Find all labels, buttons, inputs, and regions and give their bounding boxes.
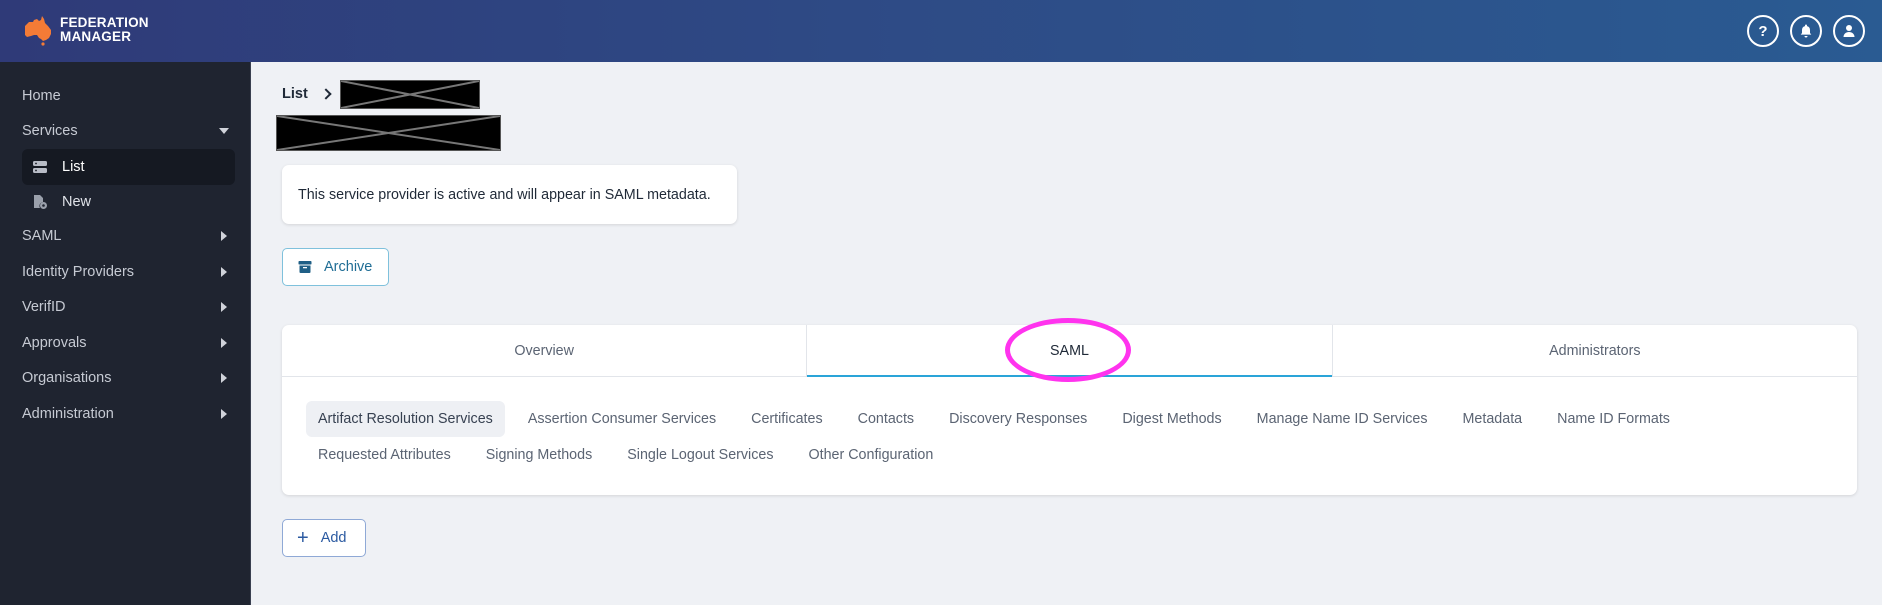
caret-right-icon: [221, 302, 227, 312]
subtab-requested-attributes[interactable]: Requested Attributes: [306, 437, 463, 473]
subtab-discovery-responses[interactable]: Discovery Responses: [937, 401, 1099, 437]
sidebar: Home Services List New SAML Identity Pro…: [0, 62, 251, 605]
caret-down-icon: [219, 128, 229, 134]
subtab-certificates[interactable]: Certificates: [739, 401, 835, 437]
sidebar-item-home[interactable]: Home: [0, 79, 251, 113]
tab-saml[interactable]: SAML: [806, 325, 1332, 377]
add-button[interactable]: + Add: [282, 519, 366, 557]
caret-right-icon: [221, 231, 227, 241]
plus-icon: +: [297, 527, 309, 549]
sidebar-item-verifid[interactable]: VerifID: [0, 290, 251, 324]
caret-right-icon: [221, 267, 227, 277]
subtab-single-logout-services[interactable]: Single Logout Services: [615, 437, 785, 473]
caret-right-icon: [221, 373, 227, 383]
subtab-contacts[interactable]: Contacts: [846, 401, 926, 437]
server-icon: [33, 161, 47, 173]
breadcrumb: List: [282, 78, 480, 110]
header-actions: ?: [1747, 15, 1865, 47]
brand-name: FEDERATION MANAGER: [60, 15, 149, 44]
tab-administrators[interactable]: Administrators: [1331, 325, 1857, 376]
status-notice: This service provider is active and will…: [282, 165, 737, 224]
notifications-button[interactable]: [1790, 15, 1822, 47]
breadcrumb-current-redacted: [339, 79, 480, 109]
top-bar: FEDERATION MANAGER ?: [0, 0, 1882, 62]
chevron-right-icon: [320, 88, 332, 100]
subtab-manage-name-id-services[interactable]: Manage Name ID Services: [1245, 401, 1440, 437]
tabs-card: Overview SAML Administrators Artifact Re…: [282, 325, 1857, 495]
breadcrumb-list-link[interactable]: List: [282, 86, 308, 102]
sidebar-item-services-list[interactable]: List: [22, 149, 235, 185]
sidebar-item-identity-providers[interactable]: Identity Providers: [0, 255, 251, 289]
sidebar-item-administration[interactable]: Administration: [0, 397, 251, 431]
tab-bar: Overview SAML Administrators: [282, 325, 1857, 377]
subtab-name-id-formats[interactable]: Name ID Formats: [1545, 401, 1682, 437]
help-icon: ?: [1758, 22, 1768, 40]
tab-overview[interactable]: Overview: [282, 325, 806, 376]
caret-right-icon: [221, 338, 227, 348]
sidebar-item-services[interactable]: Services: [0, 114, 251, 148]
sidebar-item-saml[interactable]: SAML: [0, 219, 251, 253]
page-title-redacted: [276, 115, 501, 151]
archive-button[interactable]: Archive: [282, 248, 389, 286]
caret-right-icon: [221, 409, 227, 419]
archive-icon: [298, 261, 312, 273]
subtab-artifact-resolution-services[interactable]: Artifact Resolution Services: [306, 401, 505, 437]
bell-icon: [1800, 24, 1812, 38]
brand-logo[interactable]: FEDERATION MANAGER: [22, 14, 149, 46]
user-menu-button[interactable]: [1833, 15, 1865, 47]
new-document-icon: [34, 195, 47, 209]
subtab-other-configuration[interactable]: Other Configuration: [797, 437, 946, 473]
subtab-assertion-consumer-services[interactable]: Assertion Consumer Services: [516, 401, 728, 437]
subtab-digest-methods[interactable]: Digest Methods: [1110, 401, 1233, 437]
australia-map-icon: [25, 16, 51, 46]
user-icon: [1843, 25, 1855, 37]
help-button[interactable]: ?: [1747, 15, 1779, 47]
saml-subtabs: Artifact Resolution Services Assertion C…: [306, 401, 1836, 473]
sidebar-item-approvals[interactable]: Approvals: [0, 326, 251, 360]
subtab-signing-methods[interactable]: Signing Methods: [474, 437, 605, 473]
subtab-metadata[interactable]: Metadata: [1451, 401, 1535, 437]
sidebar-item-organisations[interactable]: Organisations: [0, 361, 251, 395]
sidebar-item-services-new[interactable]: New: [22, 184, 235, 220]
